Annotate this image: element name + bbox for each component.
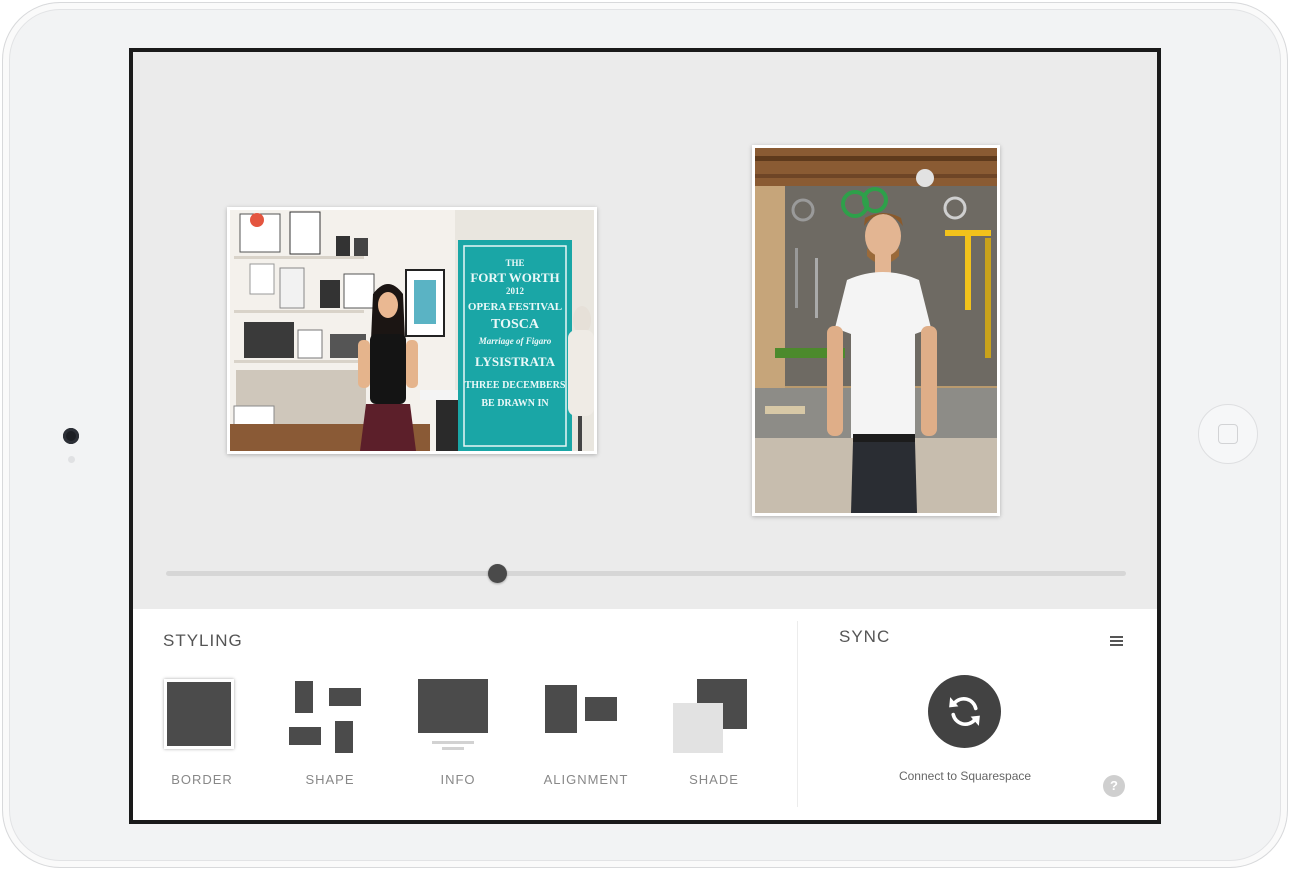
screen: THE FORT WORTH 2012 OPERA FESTIVAL TOSCA…	[129, 48, 1161, 824]
poster-line-3: 2012	[506, 286, 525, 296]
sync-icon	[949, 697, 980, 726]
camera-icon	[63, 428, 79, 444]
info-icon	[418, 679, 490, 751]
poster-line-9: BE DRAWN IN	[481, 398, 549, 409]
home-square-icon	[1218, 424, 1238, 444]
poster-line-5: TOSCA	[491, 317, 540, 332]
poster-line-4: OPERA FESTIVAL	[468, 301, 562, 313]
sync-button[interactable]	[928, 675, 1001, 748]
border-icon	[164, 679, 234, 749]
poster-line-8: THREE DECEMBERS	[465, 380, 566, 391]
photo-slider-thumb[interactable]	[487, 564, 507, 583]
shape-tool-button[interactable]: SHAPE	[275, 679, 385, 789]
photo-workshop-man-image	[755, 148, 997, 513]
alignment-tool-button[interactable]: ALIGNMENT	[531, 679, 641, 789]
shade-tool-label: SHADE	[689, 772, 739, 787]
poster-line-7: LYSISTRATA	[475, 354, 556, 369]
alignment-icon	[545, 685, 619, 735]
shape-icon	[289, 681, 363, 755]
help-button[interactable]: ?	[1103, 775, 1125, 797]
shade-tool-button[interactable]: SHADE	[659, 679, 769, 789]
menu-icon[interactable]	[1110, 636, 1123, 646]
connect-squarespace-link[interactable]: Connect to Squarespace	[823, 769, 1107, 783]
alignment-tool-label: ALIGNMENT	[543, 772, 629, 787]
shape-tool-label: SHAPE	[305, 772, 355, 787]
info-tool-button[interactable]: INFO	[403, 679, 513, 789]
poster-line-1: THE	[505, 258, 524, 268]
photo-slider-track[interactable]	[166, 571, 1126, 576]
panel-divider	[797, 621, 798, 807]
home-button[interactable]	[1198, 404, 1258, 464]
border-tool-label: BORDER	[171, 772, 233, 787]
styling-title: STYLING	[163, 631, 243, 650]
photo-studio-woman[interactable]: THE FORT WORTH 2012 OPERA FESTIVAL TOSCA…	[227, 207, 597, 454]
bottom-panel: STYLING BORDER SHAPE INFO ALIGNMENT SHAD…	[133, 609, 1157, 820]
border-tool-button[interactable]: BORDER	[147, 679, 257, 789]
photo-workshop-man[interactable]	[752, 145, 1000, 516]
sensor-dot	[68, 456, 75, 463]
info-tool-label: INFO	[440, 772, 476, 787]
shade-icon	[673, 679, 751, 757]
poster-line-2: FORT WORTH	[470, 270, 559, 285]
sync-title: SYNC	[839, 627, 891, 646]
photo-studio-woman-image: THE FORT WORTH 2012 OPERA FESTIVAL TOSCA…	[230, 210, 594, 451]
poster-line-6: Marriage of Figaro	[478, 336, 552, 346]
photo-canvas: THE FORT WORTH 2012 OPERA FESTIVAL TOSCA…	[133, 52, 1157, 609]
